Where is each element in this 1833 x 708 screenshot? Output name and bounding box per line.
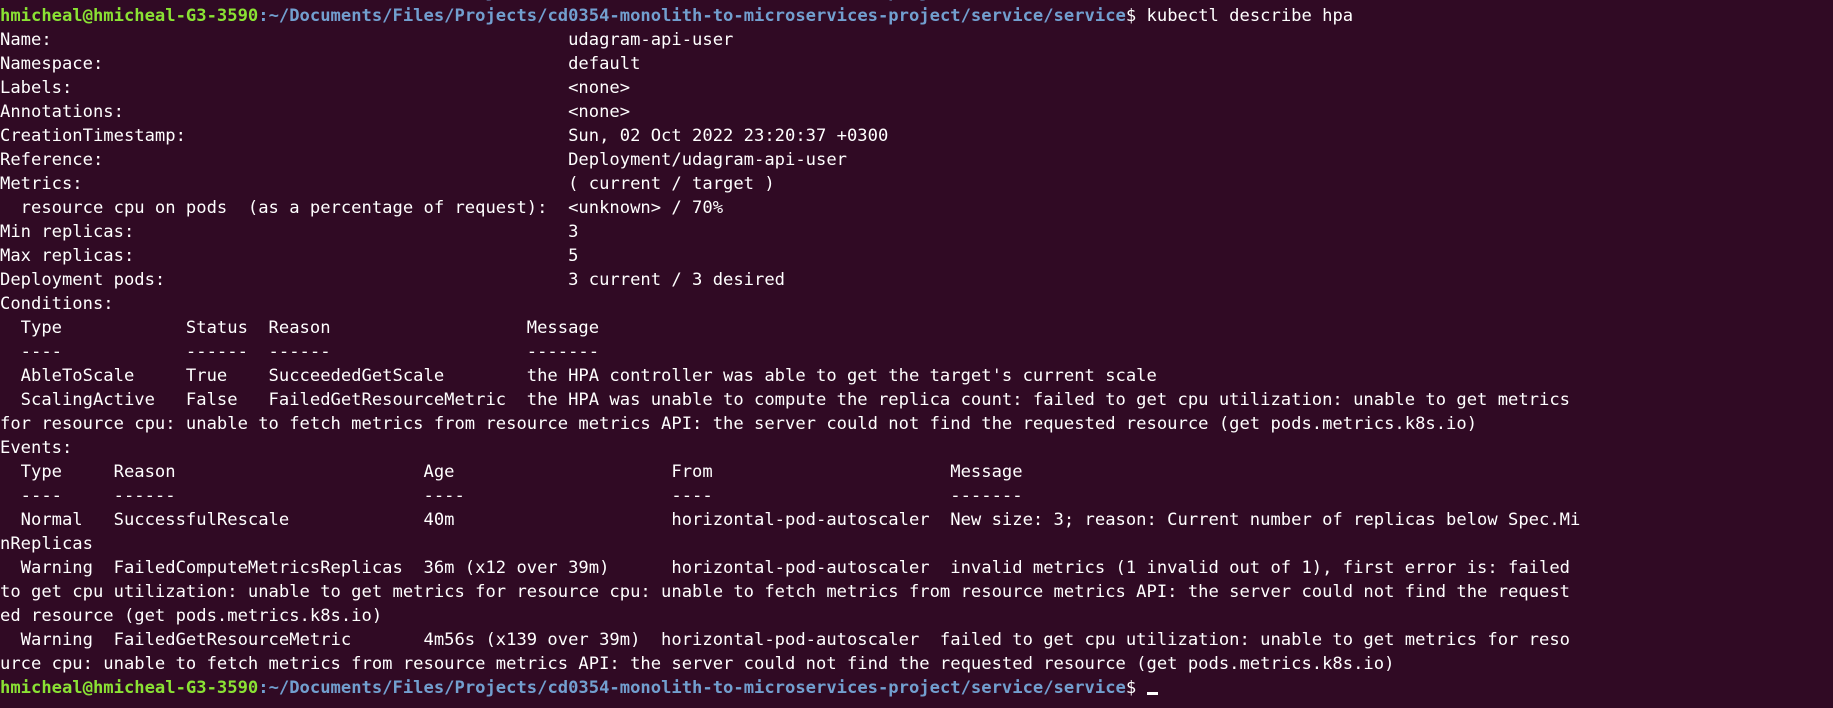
output-line: Normal SuccessfulRescale 40m horizontal-… [0,510,1581,530]
output-line: for resource cpu: unable to fetch metric… [0,414,1478,434]
prompt-user-host: hmicheal@hmicheal-G3-3590 [0,6,259,26]
output-line: Annotations: <none> [0,102,631,122]
output-line: CreationTimestamp: Sun, 02 Oct 2022 23:2… [0,126,889,146]
output-line: ---- ------ ------ ------- [0,342,600,362]
prompt-line-current[interactable]: hmicheal@hmicheal-G3-3590:~/Documents/Fi… [0,676,1833,700]
output-line: Reference: Deployment/udagram-api-user [0,150,847,170]
output-line: to get cpu utilization: unable to get me… [0,582,1570,602]
output-line: Max replicas: 5 [0,246,579,266]
prompt-symbol: $ [1126,0,1147,2]
prompt-symbol: $ [1125,6,1147,26]
output-line: Name: udagram-api-user [0,30,734,50]
output-line: Conditions: [0,294,114,314]
output-line: urce cpu: unable to fetch metrics from r… [0,654,1395,674]
output-line: Labels: <none> [0,78,631,98]
output-line: ---- ------ ---- ---- ------- [0,486,1023,506]
output-line: Events: [0,438,73,458]
output-line: Type Status Reason Message [0,318,600,338]
output-line: Warning FailedComputeMetricsReplicas 36m… [0,558,1570,578]
prompt-line-command: hmicheal@hmicheal-G3-3590:~/Documents/Fi… [0,4,1833,28]
output-line: Metrics: ( current / target ) [0,174,775,194]
text-cursor [1146,692,1158,695]
output-line: AbleToScale True SucceededGetScale the H… [0,366,1157,386]
prompt-user-host: hmicheal@hmicheal-G3-3590 [0,0,258,2]
output-line: Type Reason Age From Message [0,462,1023,482]
output-line: ed resource (get pods.metrics.k8s.io) [0,606,383,626]
prompt-symbol: $ [1125,678,1147,698]
output-line: Warning FailedGetResourceMetric 4m56s (x… [0,630,1570,650]
terminal-window[interactable]: hmicheal@hmicheal-G3-3590:~/Documents/Fi… [0,0,1833,700]
output-line: nReplicas [0,534,93,554]
prompt-path: :~/Documents/Files/Projects/cd0354-monol… [258,6,1126,26]
output-line: Min replicas: 3 [0,222,579,242]
output-line: resource cpu on pods (as a percentage of… [0,198,724,218]
prompt-command: kubectl describe hpa [1146,6,1354,26]
prompt-path: :~/Documents/Files/Projects/cd0354-monol… [258,0,1126,2]
output-line: Namespace: default [0,54,641,74]
output-line: ScalingActive False FailedGetResourceMet… [0,390,1570,410]
prompt-path: :~/Documents/Files/Projects/cd0354-monol… [258,678,1126,698]
output-line: Deployment pods: 3 current / 3 desired [0,270,785,290]
prompt-user-host: hmicheal@hmicheal-G3-3590 [0,678,259,698]
